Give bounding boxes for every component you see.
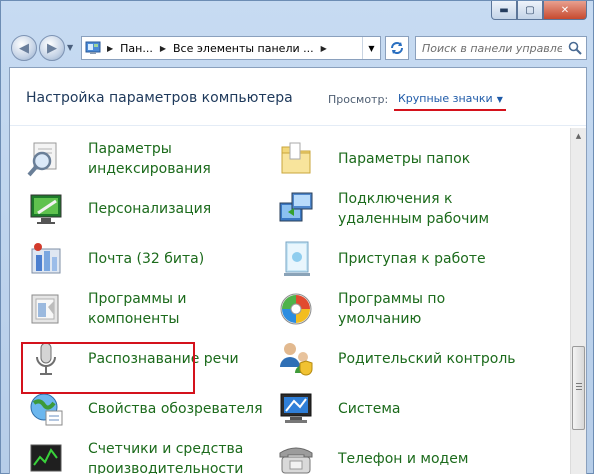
item-default-programs[interactable]: Программы по умолчанию: [276, 284, 526, 334]
item-indexing-options[interactable]: Параметры индексирования: [26, 134, 276, 184]
view-mode-value: Крупные значки: [398, 92, 493, 105]
item-phone-modem[interactable]: Телефон и модем: [276, 434, 526, 474]
item-label: Приступая к работе: [338, 251, 486, 267]
control-panel-icon: [82, 37, 104, 59]
phone-modem-icon: [279, 447, 313, 474]
item-label: Программы по умолчанию: [338, 291, 446, 327]
search-icon[interactable]: [568, 41, 582, 55]
mail-icon: [31, 243, 61, 274]
item-label: Телефон и модем: [338, 451, 469, 467]
highlight-frame: [21, 342, 195, 394]
vertical-scrollbar[interactable]: ▲: [570, 128, 586, 474]
remote-connection-icon: [279, 192, 313, 222]
arrow-right-icon: ▶: [47, 40, 57, 56]
refresh-icon: [391, 42, 403, 54]
item-label: Система: [338, 401, 401, 417]
scrollbar-thumb[interactable]: [572, 346, 585, 430]
item-system[interactable]: Система: [276, 384, 526, 434]
content-header: Настройка параметров компьютера Просмотр…: [10, 68, 586, 126]
scroll-up-button[interactable]: ▲: [571, 128, 586, 144]
address-bar[interactable]: ▶ Пан... ▶ Все элементы панели ... ▶ ▼: [81, 36, 381, 60]
grip-icon: [576, 383, 582, 391]
item-getting-started[interactable]: Приступая к работе: [276, 234, 526, 284]
item-mail[interactable]: Почта (32 бита): [26, 234, 276, 284]
breadcrumb-separator[interactable]: ▶: [104, 44, 116, 53]
view-label: Просмотр:: [328, 93, 389, 106]
search-box[interactable]: [415, 36, 587, 60]
item-label: Персонализация: [88, 201, 212, 217]
item-label: Родительский контроль: [338, 351, 516, 367]
item-label: Параметры индексирования: [88, 141, 211, 177]
item-remote-connections[interactable]: Подключения к удаленным рабочим: [276, 184, 526, 234]
breadcrumb-separator[interactable]: ▶: [318, 44, 330, 53]
forward-button[interactable]: ▶: [39, 35, 65, 61]
programs-features-icon: [31, 294, 59, 324]
back-button[interactable]: ◀: [11, 35, 37, 61]
address-toolbar: ◀ ▶ ▼ ▶ Пан... ▶ Все элементы панели ...…: [9, 33, 587, 63]
folder-options-icon: [281, 142, 311, 174]
breadcrumb-control-panel[interactable]: Пан...: [116, 42, 157, 55]
system-icon: [280, 393, 312, 423]
internet-options-icon: [30, 393, 63, 426]
page-title: Настройка параметров компьютера: [26, 90, 293, 106]
view-mode-dropdown[interactable]: Крупные значки ▼: [398, 92, 503, 105]
content-pane: Настройка параметров компьютера Просмотр…: [9, 67, 587, 474]
minimize-button[interactable]: ▬: [491, 1, 517, 20]
item-label: Параметры папок: [338, 151, 471, 167]
item-programs-features[interactable]: Программы и компоненты: [26, 284, 276, 334]
caption-buttons: ▬ ▢ ✕: [491, 1, 587, 20]
item-label: Почта (32 бита): [88, 251, 205, 267]
address-dropdown-button[interactable]: ▼: [362, 37, 380, 59]
item-folder-options[interactable]: Параметры папок: [276, 134, 526, 184]
item-label: Счетчики и средства производительности: [88, 441, 244, 474]
personalization-icon: [30, 194, 62, 224]
item-performance[interactable]: Счетчики и средства производительности: [26, 434, 276, 474]
explorer-window: ▬ ▢ ✕ ◀ ▶ ▼ ▶ Пан... ▶ Все элементы пане…: [0, 0, 594, 474]
chevron-down-icon: ▼: [496, 95, 503, 104]
item-label: Свойства обозревателя: [88, 401, 263, 417]
maximize-button[interactable]: ▢: [517, 1, 543, 20]
breadcrumb-all-items[interactable]: Все элементы панели ...: [169, 42, 318, 55]
recent-pages-dropdown[interactable]: ▼: [67, 43, 73, 52]
indexing-icon: [27, 142, 57, 177]
arrow-left-icon: ◀: [19, 40, 29, 56]
breadcrumb-separator[interactable]: ▶: [157, 44, 169, 53]
performance-icon: [30, 444, 62, 472]
items-grid: Параметры индексирования Параметры папок: [10, 128, 570, 474]
close-button[interactable]: ✕: [543, 1, 587, 20]
refresh-button[interactable]: [385, 36, 409, 60]
item-personalization[interactable]: Персонализация: [26, 184, 276, 234]
getting-started-icon: [284, 241, 310, 276]
search-input[interactable]: [422, 41, 562, 55]
item-label: Программы и компоненты: [88, 291, 187, 327]
parental-control-icon: [280, 343, 313, 376]
highlight-underline: [394, 109, 506, 111]
item-label: Подключения к удаленным рабочим: [338, 191, 490, 227]
item-parental-controls[interactable]: Родительский контроль: [276, 334, 526, 384]
default-programs-icon: [280, 293, 312, 325]
